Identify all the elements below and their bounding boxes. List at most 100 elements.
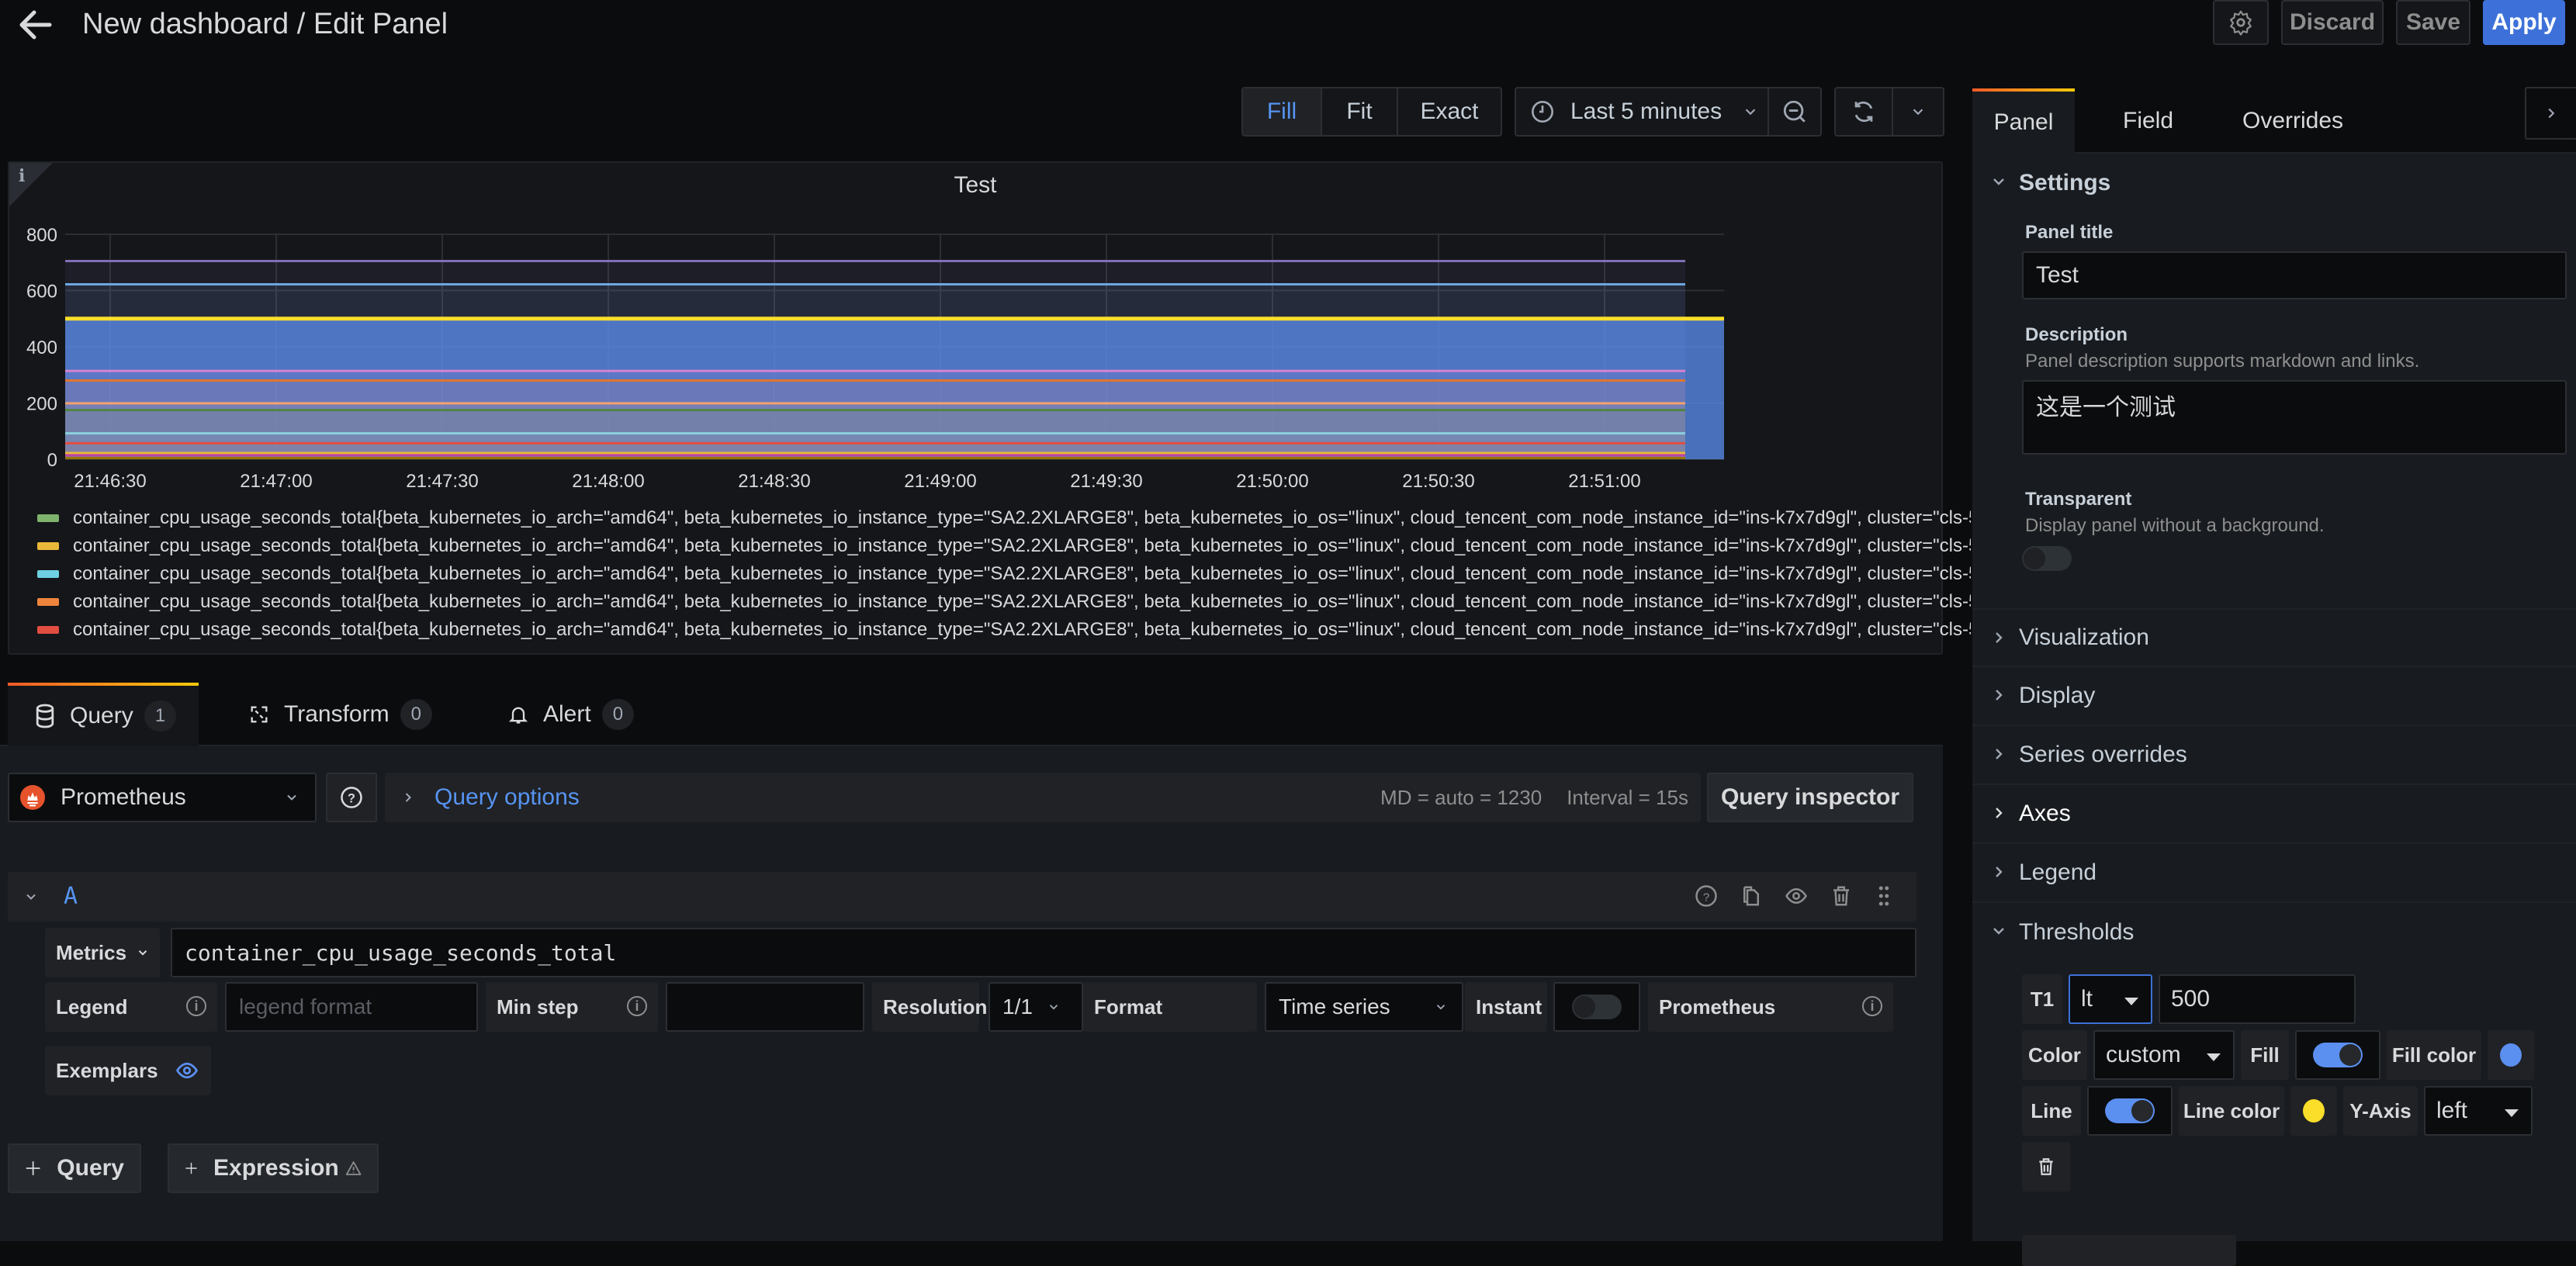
legend-color-swatch[interactable] — [37, 626, 59, 634]
remove-threshold-button[interactable] — [2022, 1142, 2070, 1192]
resolution-select[interactable]: 1/1 — [989, 982, 1083, 1032]
legend-item[interactable]: container_cpu_usage_seconds_total{beta_k… — [37, 616, 1979, 644]
info-icon[interactable]: i — [1862, 996, 1882, 1016]
legend-label[interactable]: container_cpu_usage_seconds_total{beta_k… — [73, 591, 1979, 613]
eye-icon — [175, 1062, 198, 1079]
description-textarea[interactable]: 这是一个测试 — [2022, 380, 2567, 455]
time-range-picker[interactable]: Last 5 minutes — [1516, 88, 1769, 135]
legend-item[interactable]: container_cpu_usage_seconds_total{beta_k… — [37, 532, 1979, 560]
transparent-toggle[interactable] — [2022, 546, 2072, 571]
question-circle-icon[interactable]: ? — [1695, 884, 1718, 908]
mode-fit-button[interactable]: Fit — [1322, 88, 1398, 135]
threshold-fill-toggle[interactable] — [2313, 1043, 2363, 1067]
trash-icon[interactable] — [1830, 884, 1853, 908]
threshold-line-toggle[interactable] — [2105, 1098, 2155, 1123]
section-thresholds[interactable]: Thresholds — [1972, 903, 2576, 962]
panel-settings-button[interactable] — [2213, 0, 2269, 45]
section-axes[interactable]: Axes — [1972, 785, 2576, 844]
tab-field[interactable]: Field — [2123, 88, 2173, 154]
transparent-label: Transparent — [2025, 489, 2132, 510]
mode-fill-button[interactable]: Fill — [1243, 88, 1322, 135]
fill-color-swatch[interactable] — [2500, 1043, 2522, 1067]
section-legend[interactable]: Legend — [1972, 844, 2576, 903]
add-expression-label: Expression — [213, 1155, 339, 1181]
tab-query[interactable]: Query 1 — [8, 683, 199, 746]
query-options-bar[interactable]: Query options MD = auto = 1230 Interval … — [385, 773, 1701, 822]
legend-color-swatch[interactable] — [37, 570, 59, 578]
min-step-input[interactable] — [666, 982, 864, 1032]
legend-item[interactable]: container_cpu_usage_seconds_total{beta_k… — [37, 588, 1979, 616]
legend-format-input[interactable]: legend format — [225, 982, 478, 1032]
format-select[interactable]: Time series — [1265, 982, 1463, 1032]
legend-item[interactable]: container_cpu_usage_seconds_total{beta_k… — [37, 560, 1979, 588]
legend-color-swatch[interactable] — [37, 542, 59, 550]
mode-exact-button[interactable]: Exact — [1398, 88, 1501, 135]
collapse-pane-button[interactable] — [2525, 87, 2576, 140]
legend-color-swatch[interactable] — [37, 514, 59, 522]
info-icon[interactable]: i — [627, 996, 647, 1016]
section-settings[interactable]: Settings — [1972, 154, 2576, 213]
discard-button[interactable]: Discard — [2281, 0, 2384, 45]
add-query-button[interactable]: Query — [8, 1143, 141, 1193]
legend-color-swatch[interactable] — [37, 598, 59, 606]
legend-label[interactable]: container_cpu_usage_seconds_total{beta_k… — [73, 619, 1979, 641]
warning-icon — [345, 1161, 362, 1175]
legend-item[interactable]: container_cpu_usage_seconds_total{beta_k… — [37, 504, 1979, 532]
view-mode-group: Fill Fit Exact — [1241, 87, 1502, 137]
promql-query-input[interactable]: container_cpu_usage_seconds_total — [171, 928, 1916, 977]
trash-icon — [2039, 1158, 2053, 1175]
panel-title-input[interactable]: Test — [2022, 251, 2567, 299]
tab-transform[interactable]: Transform 0 — [248, 683, 432, 746]
chevron-right-icon — [1996, 690, 2003, 700]
zoom-out-button[interactable] — [1769, 88, 1820, 135]
tab-transform-label: Transform — [284, 701, 390, 727]
legend-label[interactable]: container_cpu_usage_seconds_total{beta_k… — [73, 507, 1979, 529]
prometheus-label: Prometheus — [1659, 994, 1776, 1019]
line-color-swatch[interactable] — [2303, 1099, 2325, 1122]
refresh-button[interactable] — [1836, 88, 1893, 135]
drag-handle-icon[interactable] — [1875, 884, 1893, 908]
threshold-color-select[interactable]: custom — [2093, 1030, 2235, 1080]
tab-alert[interactable]: Alert 0 — [507, 683, 635, 746]
query-ref-id[interactable]: A — [64, 883, 78, 910]
section-display[interactable]: Display — [1972, 667, 2576, 726]
refresh-interval-dropdown[interactable] — [1893, 88, 1943, 135]
tab-overrides[interactable]: Overrides — [2242, 88, 2343, 154]
section-visualization[interactable]: Visualization — [1972, 608, 2576, 667]
tab-panel[interactable]: Panel — [1972, 88, 2075, 154]
datasource-picker[interactable]: Prometheus — [8, 773, 317, 822]
threshold-value-input[interactable]: 500 — [2159, 974, 2356, 1024]
x-tick-label: 21:49:00 — [904, 471, 976, 492]
save-button[interactable]: Save — [2396, 0, 2470, 45]
eye-icon[interactable] — [1785, 884, 1808, 908]
threshold-yaxis-select[interactable]: left — [2424, 1086, 2533, 1136]
y-tick-label: 0 — [47, 450, 57, 471]
x-tick-label: 21:50:30 — [1402, 471, 1474, 492]
legend-label[interactable]: container_cpu_usage_seconds_total{beta_k… — [73, 535, 1979, 557]
legend-label[interactable]: container_cpu_usage_seconds_total{beta_k… — [73, 563, 1979, 585]
format-value: Time series — [1279, 994, 1390, 1019]
chevron-down-icon[interactable] — [23, 889, 39, 905]
x-tick-label: 21:48:30 — [738, 471, 810, 492]
options-tabs: Panel Field Overrides — [1972, 78, 2576, 154]
chevron-down-icon — [1993, 178, 2004, 185]
datasource-help-button[interactable]: ? — [326, 773, 377, 822]
info-icon[interactable]: i — [186, 996, 206, 1016]
add-threshold-button[interactable] — [2022, 1235, 2236, 1266]
duplicate-icon[interactable] — [1740, 884, 1763, 908]
threshold-op-select[interactable]: lt — [2069, 974, 2152, 1024]
graph-chart[interactable]: 0 200 400 600 800 21:46:30 21:47:00 21:47:30 21:… — [9, 163, 1944, 496]
tab-alert-count: 0 — [601, 699, 635, 730]
instant-toggle[interactable] — [1572, 994, 1622, 1019]
back-button[interactable] — [14, 6, 57, 43]
threshold-yaxis-value: left — [2436, 1098, 2468, 1123]
section-series-overrides[interactable]: Series overrides — [1972, 726, 2576, 785]
threshold-fill-color-swatch-box — [2488, 1030, 2534, 1080]
metrics-browser-button[interactable]: Metrics — [45, 928, 160, 977]
query-inspector-button[interactable]: Query inspector — [1707, 773, 1913, 822]
apply-button[interactable]: Apply — [2483, 0, 2565, 45]
exemplars-field[interactable]: Exemplars — [45, 1046, 211, 1095]
instant-toggle-box — [1553, 982, 1640, 1032]
x-tick-label: 21:47:30 — [406, 471, 478, 492]
add-expression-button[interactable]: Expression — [168, 1143, 379, 1193]
